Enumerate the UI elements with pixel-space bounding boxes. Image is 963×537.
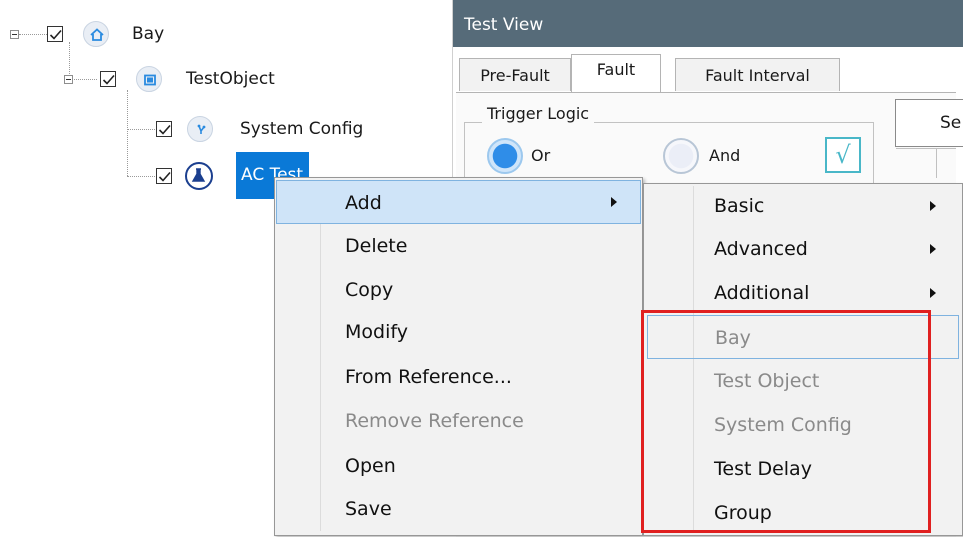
radio-and[interactable] xyxy=(663,138,699,174)
menu-item-label: Add xyxy=(345,192,382,214)
menu-item-label: Advanced xyxy=(714,238,808,260)
grid-line xyxy=(936,148,937,178)
submenu-item-system-config: System Config xyxy=(714,414,852,436)
tree-connector xyxy=(127,176,155,177)
home-icon xyxy=(83,21,109,47)
tab-fault[interactable]: Fault xyxy=(571,54,661,92)
radio-and-label: And xyxy=(709,146,741,165)
collapse-icon[interactable] xyxy=(10,30,19,39)
tree-node-label: Bay xyxy=(132,24,165,44)
menu-item-from-reference[interactable]: From Reference... xyxy=(275,355,512,399)
menu-item-delete[interactable]: Delete xyxy=(275,224,407,268)
tree-connector xyxy=(19,34,47,35)
tab-pre-fault[interactable]: Pre-Fault xyxy=(459,58,571,91)
submenu-arrow-icon xyxy=(611,197,617,207)
tree-connector xyxy=(127,129,155,130)
submenu-arrow-icon xyxy=(930,288,936,298)
tab-fault-interval[interactable]: Fault Interval xyxy=(675,58,840,91)
radio-or[interactable] xyxy=(487,138,523,174)
collapse-icon[interactable] xyxy=(64,75,73,84)
check-icon[interactable]: √ xyxy=(825,137,861,173)
tree-node-label: System Config xyxy=(240,119,364,139)
checkbox-checked[interactable] xyxy=(156,168,172,184)
submenu-arrow-icon xyxy=(930,201,936,211)
submenu-item-additional[interactable]: Additional xyxy=(644,271,962,315)
menu-item-copy[interactable]: Copy xyxy=(275,268,393,312)
test-view-title: Test View xyxy=(453,0,963,47)
menu-item-label: Additional xyxy=(714,282,810,304)
submenu-item-test-delay[interactable]: Test Delay xyxy=(644,447,812,491)
config-icon xyxy=(187,116,213,142)
submenu-item-group[interactable]: Group xyxy=(644,491,772,535)
window-icon xyxy=(136,66,162,92)
tree-node-label: TestObject xyxy=(186,69,275,89)
context-menu: Add Delete Copy Modify From Reference...… xyxy=(274,177,643,536)
menu-item-save[interactable]: Save xyxy=(275,487,392,531)
grid-line xyxy=(896,148,956,149)
trigger-logic-title: Trigger Logic xyxy=(482,104,595,123)
flask-icon xyxy=(185,162,213,190)
side-button[interactable]: Se xyxy=(895,99,963,147)
submenu-arrow-icon xyxy=(930,244,936,254)
menu-item-add[interactable]: Add xyxy=(276,180,641,224)
checkbox-checked[interactable] xyxy=(156,121,172,137)
add-submenu: Basic Advanced Additional Bay Test Objec… xyxy=(643,183,963,536)
checkbox-checked[interactable] xyxy=(47,26,63,42)
submenu-item-test-object: Test Object xyxy=(714,370,820,392)
submenu-item-advanced[interactable]: Advanced xyxy=(644,227,962,271)
menu-item-label: Basic xyxy=(714,195,765,217)
radio-or-label: Or xyxy=(531,146,551,165)
submenu-item-bay: Bay xyxy=(647,315,959,359)
menu-item-open[interactable]: Open xyxy=(275,444,396,488)
submenu-item-basic[interactable]: Basic xyxy=(644,184,962,228)
menu-item-remove-reference: Remove Reference xyxy=(345,410,524,432)
tree-connector xyxy=(70,79,97,80)
tree-connector xyxy=(127,90,128,176)
tree-connector xyxy=(69,42,70,76)
checkbox-checked[interactable] xyxy=(100,71,116,87)
menu-item-modify[interactable]: Modify xyxy=(275,310,408,354)
